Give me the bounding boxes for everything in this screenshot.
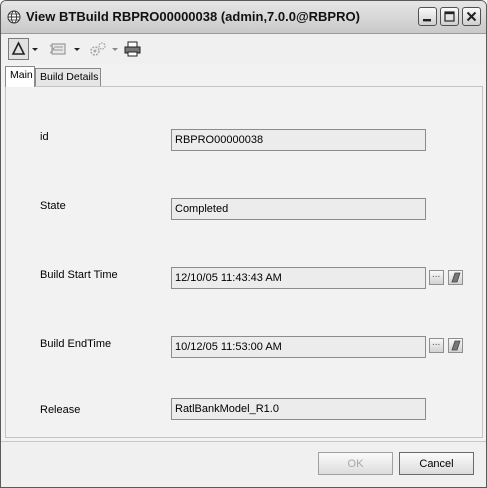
delta-action-dropdown[interactable] (30, 38, 40, 60)
id-field[interactable]: RBPRO00000038 (171, 129, 426, 151)
build-end-time-label: Build EndTime (40, 338, 112, 350)
delta-action-button[interactable] (8, 38, 29, 60)
gears-action-dropdown[interactable] (110, 38, 120, 60)
release-label: Release (40, 404, 81, 416)
id-label: id (40, 131, 49, 143)
delta-action-icon (11, 41, 26, 55)
close-button[interactable] (462, 7, 481, 26)
form-action-dropdown[interactable] (72, 38, 82, 60)
title-bar[interactable]: View BTBuild RBPRO00000038 (admin,7.0.0@… (1, 1, 486, 34)
printer-icon (124, 41, 141, 57)
dropdown-arrow-icon (32, 48, 38, 51)
close-icon (466, 11, 477, 22)
build-end-time-field[interactable]: 10/12/05 11:53:00 AM (171, 336, 426, 358)
end-time-clear-button[interactable] (448, 338, 463, 353)
maximize-button[interactable] (440, 7, 459, 26)
gears-action-button[interactable] (86, 38, 110, 60)
main-panel: id RBPRO00000038 State Completed Build S… (5, 86, 483, 438)
print-button[interactable] (122, 38, 144, 60)
eraser-icon (451, 272, 461, 283)
calendar-ellipsis-icon: ... (432, 337, 441, 348)
state-field[interactable]: Completed (171, 198, 426, 220)
window-title: View BTBuild RBPRO00000038 (admin,7.0.0@… (26, 9, 360, 24)
end-time-picker-button[interactable]: ... (429, 337, 444, 353)
toolbar (1, 34, 486, 64)
ok-button[interactable]: OK (318, 452, 393, 475)
tab-main[interactable]: Main (5, 66, 35, 87)
tab-bar: Main Build Details (1, 66, 486, 87)
build-start-time-field[interactable]: 12/10/05 11:43:43 AM (171, 267, 426, 289)
eraser-icon (451, 340, 461, 351)
release-field[interactable]: RatlBankModel_R1.0 (171, 398, 426, 420)
dropdown-arrow-icon (112, 48, 118, 51)
form-icon (49, 43, 66, 55)
dropdown-arrow-icon (74, 48, 80, 51)
calendar-ellipsis-icon: ... (432, 269, 441, 280)
globe-icon (7, 10, 21, 24)
gears-icon (90, 42, 106, 56)
start-time-picker-button[interactable]: ... (429, 269, 444, 285)
build-start-time-label: Build Start Time (40, 269, 118, 281)
dialog-window: View BTBuild RBPRO00000038 (admin,7.0.0@… (0, 0, 487, 488)
minimize-icon (423, 19, 431, 22)
form-action-button[interactable] (47, 38, 71, 60)
cancel-button[interactable]: Cancel (399, 452, 474, 475)
state-label: State (40, 200, 66, 212)
tab-build-details[interactable]: Build Details (35, 68, 101, 86)
start-time-clear-button[interactable] (448, 270, 463, 285)
minimize-button[interactable] (418, 7, 437, 26)
dialog-footer: OK Cancel (1, 441, 486, 487)
maximize-icon (444, 11, 455, 22)
